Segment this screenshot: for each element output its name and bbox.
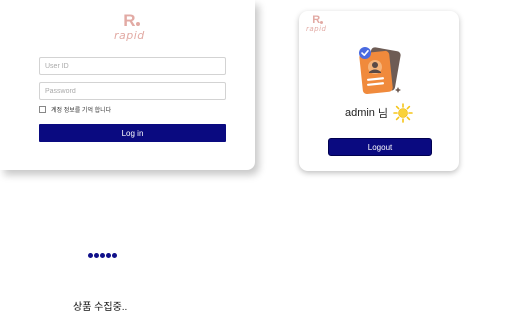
brand-logo: R rapid [114,12,145,41]
greeting: admin 님 [299,103,459,123]
remember-me[interactable]: 계정 정보를 기억 합니다 [39,105,111,114]
id-badge-icon [359,47,401,95]
loading-dot [100,253,105,258]
password-input[interactable] [39,82,226,100]
account-card: R rapid admin 님 Logout [299,11,459,171]
loading-dot [106,253,111,258]
brand-logo-mark: R [312,15,324,26]
loading-dot [88,253,93,258]
user-id-input[interactable] [39,57,226,75]
sun-icon [393,103,413,123]
login-card: R rapid 계정 정보를 기억 합니다 Log in [0,0,255,170]
honorific: 님 [377,108,389,120]
loading-spinner [88,253,117,258]
brand-logo-small: R rapid [306,15,327,33]
username: admin [344,107,375,119]
brand-logo-wordmark: rapid [114,29,145,42]
login-button[interactable]: Log in [39,124,226,142]
logout-button[interactable]: Logout [328,138,432,156]
brand-logo-mark: R [123,12,140,29]
loading-dot [94,253,99,258]
remember-me-checkbox[interactable] [39,106,46,113]
brand-logo-wordmark: rapid [306,25,327,33]
loading-status-text: 상품 수집중.. [73,302,128,313]
remember-me-label: 계정 정보를 기억 합니다 [51,108,112,114]
loading-dot [112,253,117,258]
